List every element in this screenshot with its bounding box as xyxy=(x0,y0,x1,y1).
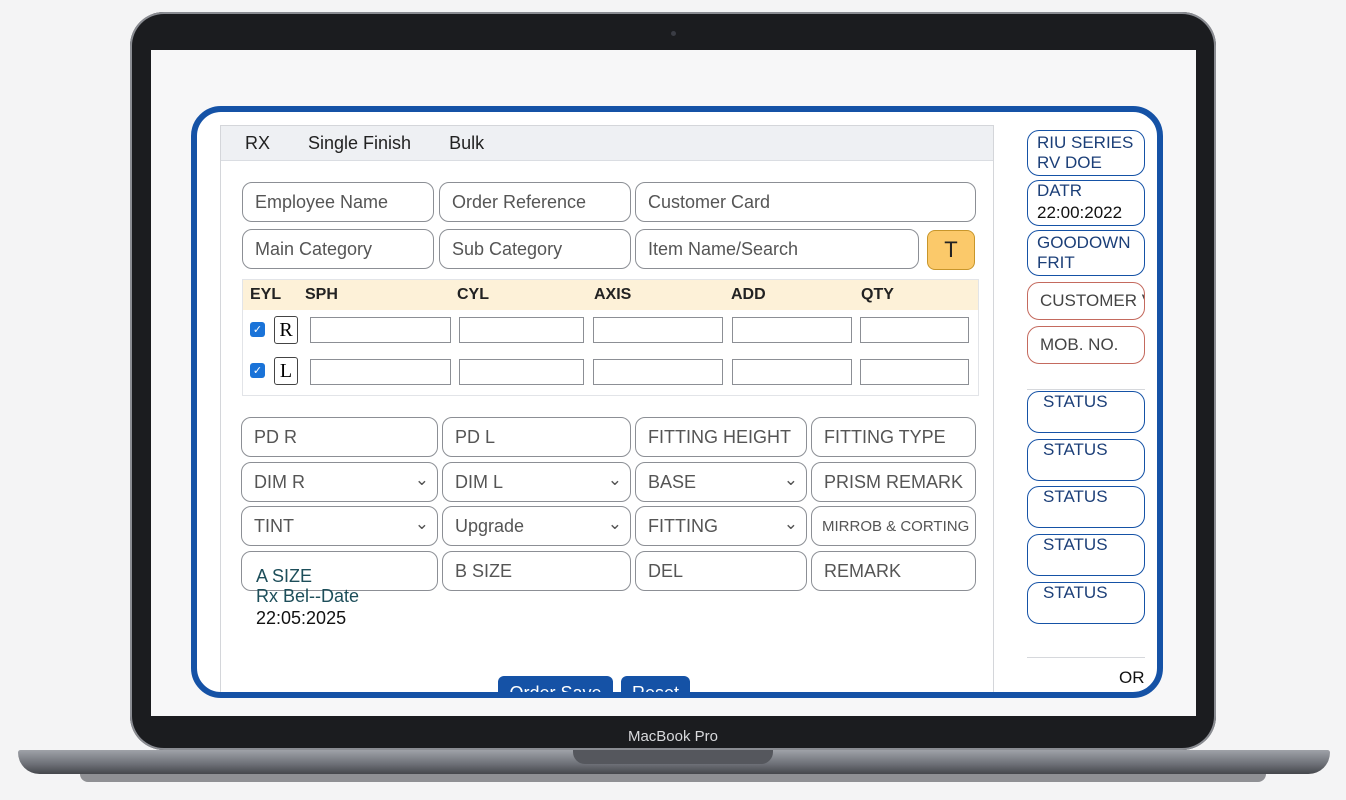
tab-rx[interactable]: RX xyxy=(245,133,270,154)
tint-select[interactable]: TINT xyxy=(241,506,438,546)
laptop-notch xyxy=(573,750,773,764)
prism-remark-field[interactable]: PRISM REMARK xyxy=(811,462,976,502)
goodown-box[interactable]: GOODOWN FRIT xyxy=(1027,230,1145,276)
dim-r-select[interactable]: DIM R xyxy=(241,462,438,502)
side-divider-bottom xyxy=(1027,657,1145,658)
side-divider xyxy=(1027,389,1145,390)
series-box[interactable]: RIU SERIES RV DOE xyxy=(1027,130,1145,176)
goodown-line-1: GOODOWN xyxy=(1037,233,1131,252)
del-field[interactable]: DEL xyxy=(635,551,807,591)
base-label: BASE xyxy=(648,471,697,492)
status-box-3[interactable]: STATUS xyxy=(1027,486,1145,528)
fitting-select[interactable]: FITTING xyxy=(635,506,807,546)
left-cyl-input[interactable] xyxy=(459,359,584,385)
right-eye-checkbox[interactable]: ✓ xyxy=(250,322,265,337)
grid-header: EYL SPH CYL AXIS ADD QTY xyxy=(243,280,978,310)
date-value: 22:00:2022 xyxy=(1037,203,1123,222)
left-eye-label: L xyxy=(274,357,298,385)
sub-category-field[interactable]: Sub Category xyxy=(439,229,631,269)
series-line-1: RIU SERIES xyxy=(1037,133,1134,152)
pd-l-field[interactable]: PD L xyxy=(442,417,631,457)
fitting-height-field[interactable]: FITTING HEIGHT xyxy=(635,417,807,457)
tint-label: TINT xyxy=(254,515,294,536)
order-panel: RX Single Finish Bulk Employee Name Orde… xyxy=(220,125,994,692)
status-box-4[interactable]: STATUS xyxy=(1027,534,1145,576)
left-add-input[interactable] xyxy=(732,359,852,385)
reset-button[interactable]: Reset xyxy=(621,676,690,692)
upgrade-select[interactable]: Upgrade xyxy=(442,506,631,546)
pd-r-field[interactable]: PD R xyxy=(241,417,438,457)
b-size-field[interactable]: B SIZE xyxy=(442,551,631,591)
tab-bar: RX Single Finish Bulk xyxy=(221,126,993,161)
customer-card-field[interactable]: Customer Card xyxy=(635,182,976,222)
right-sph-input[interactable] xyxy=(310,317,451,343)
dim-l-select[interactable]: DIM L xyxy=(442,462,631,502)
fitting-type-field[interactable]: FITTING TYPE xyxy=(811,417,976,457)
customer-field[interactable]: CUSTOMER V xyxy=(1027,282,1145,320)
rx-grid: EYL SPH CYL AXIS ADD QTY ✓ R ✓ L xyxy=(242,279,979,396)
right-qty-input[interactable] xyxy=(860,317,969,343)
rx-date-value: 22:05:2025 xyxy=(256,608,347,628)
header-sph: SPH xyxy=(305,286,338,303)
right-axis-input[interactable] xyxy=(593,317,723,343)
employee-name-field[interactable]: Employee Name xyxy=(242,182,434,222)
status-box-2[interactable]: STATUS xyxy=(1027,439,1145,481)
right-add-input[interactable] xyxy=(732,317,852,343)
laptop-shadow xyxy=(80,774,1266,782)
a-size-label: A SIZE xyxy=(256,566,313,586)
device-label: MacBook Pro xyxy=(627,728,719,745)
remark-field[interactable]: REMARK xyxy=(811,551,976,591)
series-line-2: RV DOE xyxy=(1037,153,1102,172)
camera-icon xyxy=(671,31,676,36)
t-button[interactable]: T xyxy=(927,230,975,270)
fitting-label: FITTING xyxy=(648,515,718,536)
left-sph-input[interactable] xyxy=(310,359,451,385)
or-text: OR xyxy=(1119,668,1145,687)
rx-date: Rx Bel--Date 22:05:2025 xyxy=(256,585,359,629)
date-label: DATR xyxy=(1037,181,1083,200)
left-qty-input[interactable] xyxy=(860,359,969,385)
tab-single-finish[interactable]: Single Finish xyxy=(308,133,411,154)
goodown-line-2: FRIT xyxy=(1037,253,1075,272)
main-category-field[interactable]: Main Category xyxy=(242,229,434,269)
rx-date-label: Rx Bel--Date xyxy=(256,586,360,606)
mirror-coating-field[interactable]: MIRROB & CORTING xyxy=(811,506,976,546)
left-axis-input[interactable] xyxy=(593,359,723,385)
dim-l-label: DIM L xyxy=(455,471,504,492)
item-search-field[interactable]: Item Name/Search xyxy=(635,229,919,269)
header-cyl: CYL xyxy=(457,286,489,303)
app-frame: RX Single Finish Bulk Employee Name Orde… xyxy=(191,106,1163,698)
status-box-5[interactable]: STATUS xyxy=(1027,582,1145,624)
right-cyl-input[interactable] xyxy=(459,317,584,343)
header-add: ADD xyxy=(731,286,766,303)
status-box-1[interactable]: STATUS xyxy=(1027,391,1145,433)
left-eye-checkbox[interactable]: ✓ xyxy=(250,363,265,378)
date-box[interactable]: DATR 22:00:2022 xyxy=(1027,180,1145,226)
screen: RX Single Finish Bulk Employee Name Orde… xyxy=(151,50,1196,716)
upgrade-label: Upgrade xyxy=(455,515,525,536)
header-qty: QTY xyxy=(861,286,894,303)
right-eye-label: R xyxy=(274,316,298,344)
order-reference-field[interactable]: Order Reference xyxy=(439,182,631,222)
base-select[interactable]: BASE xyxy=(635,462,807,502)
mobile-field[interactable]: MOB. NO. xyxy=(1027,326,1145,364)
tab-bulk[interactable]: Bulk xyxy=(449,133,484,154)
header-eyl: EYL xyxy=(250,286,282,303)
dim-r-label: DIM R xyxy=(254,471,305,492)
order-save-button[interactable]: Order Save xyxy=(498,676,613,692)
header-axis: AXIS xyxy=(594,286,632,303)
